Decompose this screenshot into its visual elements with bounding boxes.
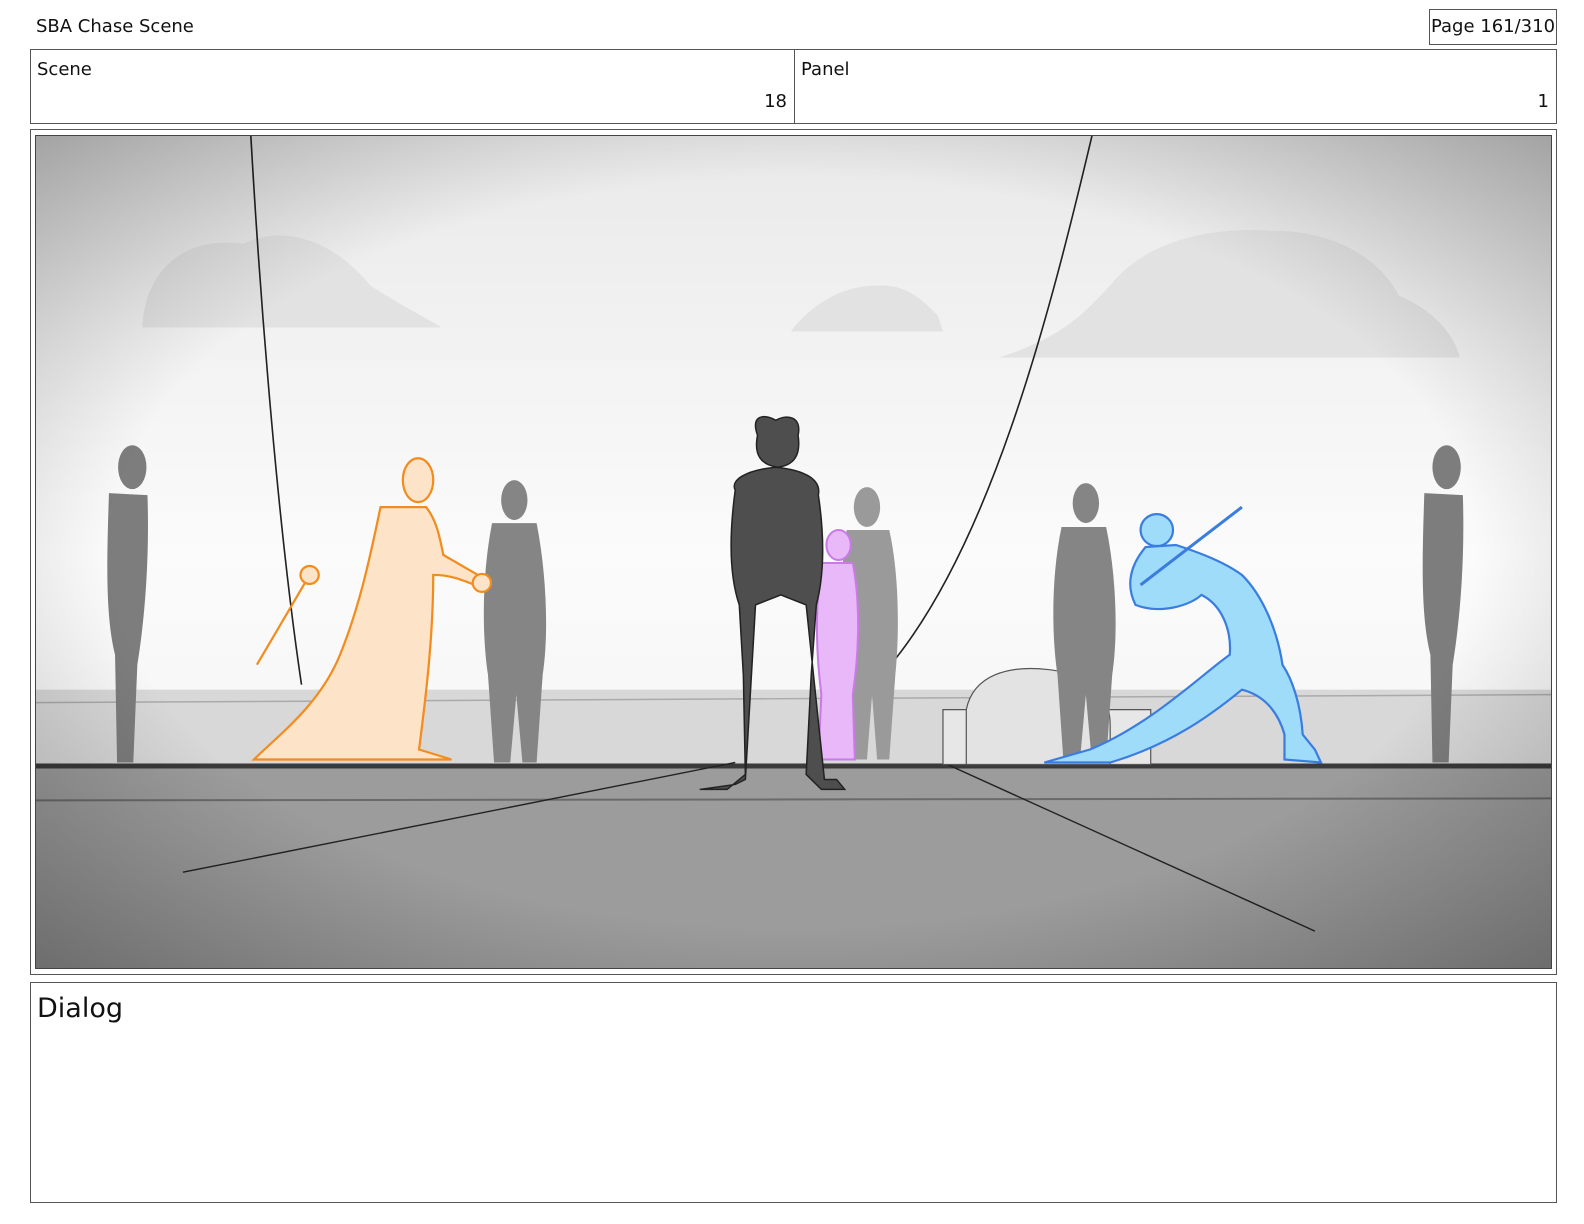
storyboard-frame	[30, 129, 1557, 975]
scene-value: 18	[764, 91, 787, 112]
panel-label: Panel	[801, 59, 850, 80]
dialog-label: Dialog	[37, 993, 123, 1024]
panel-cell: Panel 1	[795, 50, 1556, 123]
document-title: SBA Chase Scene	[36, 16, 194, 37]
scene-cell: Scene 18	[31, 50, 795, 123]
dialog-box: Dialog	[30, 982, 1557, 1203]
vignette	[36, 136, 1551, 968]
panel-value: 1	[1537, 91, 1549, 112]
storyboard-image	[35, 135, 1552, 969]
storyboard-sketch	[36, 136, 1551, 968]
page-number: Page 161/310	[1429, 9, 1557, 45]
scene-label: Scene	[37, 59, 92, 80]
scene-panel-row: Scene 18 Panel 1	[30, 49, 1557, 124]
